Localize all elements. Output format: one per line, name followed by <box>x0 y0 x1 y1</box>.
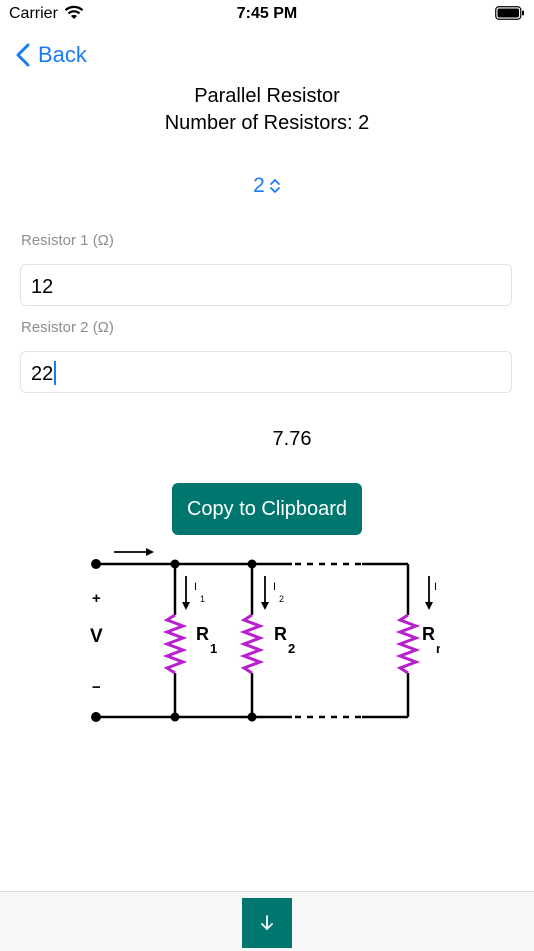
bottom-toolbar <box>0 891 534 951</box>
battery-icon <box>495 6 524 20</box>
i1-subscript: 1 <box>200 594 205 604</box>
copy-button-label: Copy to Clipboard <box>186 497 348 520</box>
resistor-count-picker[interactable]: 2 <box>0 174 534 198</box>
in-label: I <box>434 581 437 593</box>
resistor-2-input[interactable]: 22 <box>20 351 512 393</box>
plus-sign: + <box>92 590 101 607</box>
back-label: Back <box>38 42 87 67</box>
scroll-down-button[interactable] <box>242 898 292 948</box>
i2-label: I <box>273 581 276 593</box>
r2-subscript: 2 <box>288 641 295 656</box>
text-caret <box>54 361 56 385</box>
resistor-1-symbol <box>162 613 188 675</box>
resistor-count: Number of Resistors: 2 <box>164 112 370 134</box>
parallel-circuit-diagram: + V − R 1 R 2 R n I 1 I 2 I n <box>90 548 440 722</box>
r1-label: R <box>196 624 209 644</box>
voltage-label: V <box>90 626 103 647</box>
arrow-down-icon <box>261 915 273 930</box>
resistor-2-label: Resistor 2 (Ω) <box>21 319 114 336</box>
r1-subscript: 1 <box>210 641 217 656</box>
status-bar: Carrier 7:45 PM <box>0 0 534 30</box>
chevron-left-icon <box>16 43 30 67</box>
resistor-2-symbol <box>239 613 265 675</box>
resistor-1-label: Resistor 1 (Ω) <box>21 232 114 249</box>
rn-subscript: n <box>436 641 440 656</box>
back-button[interactable]: Back <box>16 40 87 70</box>
clock: 7:45 PM <box>236 5 298 22</box>
i2-subscript: 2 <box>279 594 284 604</box>
resistor-1-input[interactable]: 12 <box>20 264 512 306</box>
r2-label: R <box>274 624 287 644</box>
picker-value: 2 <box>253 174 265 197</box>
rn-label: R <box>422 624 435 644</box>
up-down-chevron-icon <box>269 179 280 193</box>
i1-label: I <box>194 581 197 593</box>
result-value: 7.76 <box>272 428 312 450</box>
copy-to-clipboard-button[interactable]: Copy to Clipboard <box>172 483 362 535</box>
page-title: Parallel Resistor <box>194 85 340 107</box>
resistor-2-value: 22 <box>31 363 54 385</box>
resistor-n-symbol <box>395 613 421 675</box>
resistor-1-value: 12 <box>31 276 54 298</box>
minus-sign: − <box>92 679 101 696</box>
